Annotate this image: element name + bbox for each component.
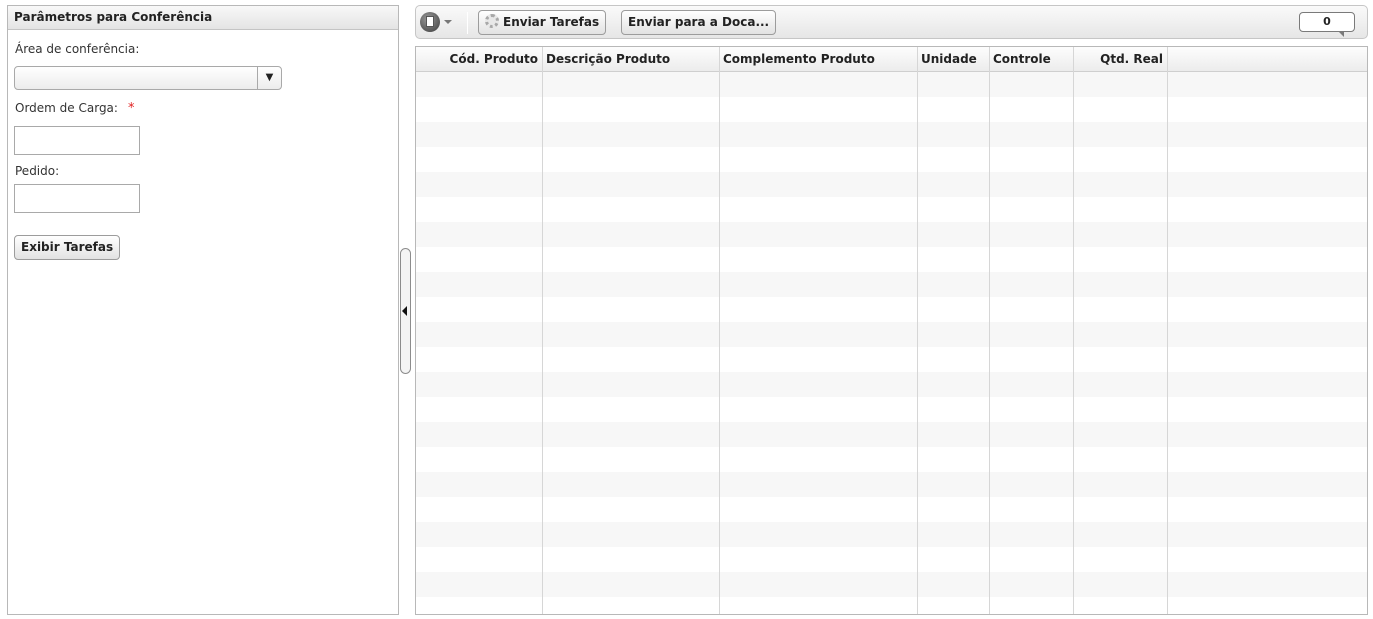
panel-splitter[interactable] — [400, 248, 411, 374]
column-divider — [1167, 47, 1168, 614]
column-header-controle[interactable]: Controle — [989, 47, 1073, 72]
area-label: Área de conferência: — [15, 42, 140, 56]
column-divider — [719, 47, 720, 614]
pedido-input[interactable] — [14, 184, 140, 213]
record-counter: 0 — [1299, 12, 1355, 37]
ordem-label: Ordem de Carga: * — [15, 101, 134, 116]
column-header-qtd-real[interactable]: Qtd. Real — [1073, 47, 1167, 72]
panel-title: Parâmetros para Conferência — [8, 6, 398, 30]
pedido-label: Pedido: — [15, 164, 60, 178]
counter-value: 0 — [1323, 15, 1331, 28]
exibir-tarefas-button[interactable]: Exibir Tarefas — [14, 235, 121, 260]
required-mark: * — [127, 101, 135, 116]
enviar-tarefas-button[interactable]: Enviar Tarefas — [478, 10, 607, 35]
grid-header: Cód. Produto Descrição Produto Complemen… — [416, 47, 1367, 72]
ordem-carga-input[interactable] — [14, 126, 140, 155]
collapse-left-icon[interactable] — [402, 306, 407, 316]
document-menu-icon — [420, 12, 440, 32]
column-divider — [542, 47, 543, 614]
chevron-down-icon[interactable]: ▼ — [257, 67, 281, 89]
enviar-doca-button[interactable]: Enviar para a Doca... — [621, 10, 777, 35]
ordem-label-text: Ordem de Carga: — [15, 101, 118, 115]
enviar-tarefas-label: Enviar Tarefas — [503, 15, 600, 29]
area-select[interactable]: ▼ — [14, 66, 282, 90]
column-header-unidade[interactable]: Unidade — [917, 47, 989, 72]
column-header-cod-produto[interactable]: Cód. Produto — [416, 47, 542, 72]
column-divider — [989, 47, 990, 614]
column-header-descricao-produto[interactable]: Descrição Produto — [542, 47, 719, 72]
toolbar: Enviar Tarefas Enviar para a Doca... 0 — [415, 5, 1368, 39]
toolbar-separator — [467, 12, 468, 34]
column-header-complemento-produto[interactable]: Complemento Produto — [719, 47, 917, 72]
gear-icon — [485, 14, 499, 28]
document-menu-button[interactable] — [420, 12, 454, 34]
caret-down-icon — [444, 20, 452, 24]
parameters-panel: Parâmetros para Conferência Área de conf… — [7, 5, 399, 615]
column-divider — [917, 47, 918, 614]
column-divider — [1073, 47, 1074, 614]
tasks-grid[interactable]: Cód. Produto Descrição Produto Complemen… — [415, 46, 1368, 615]
